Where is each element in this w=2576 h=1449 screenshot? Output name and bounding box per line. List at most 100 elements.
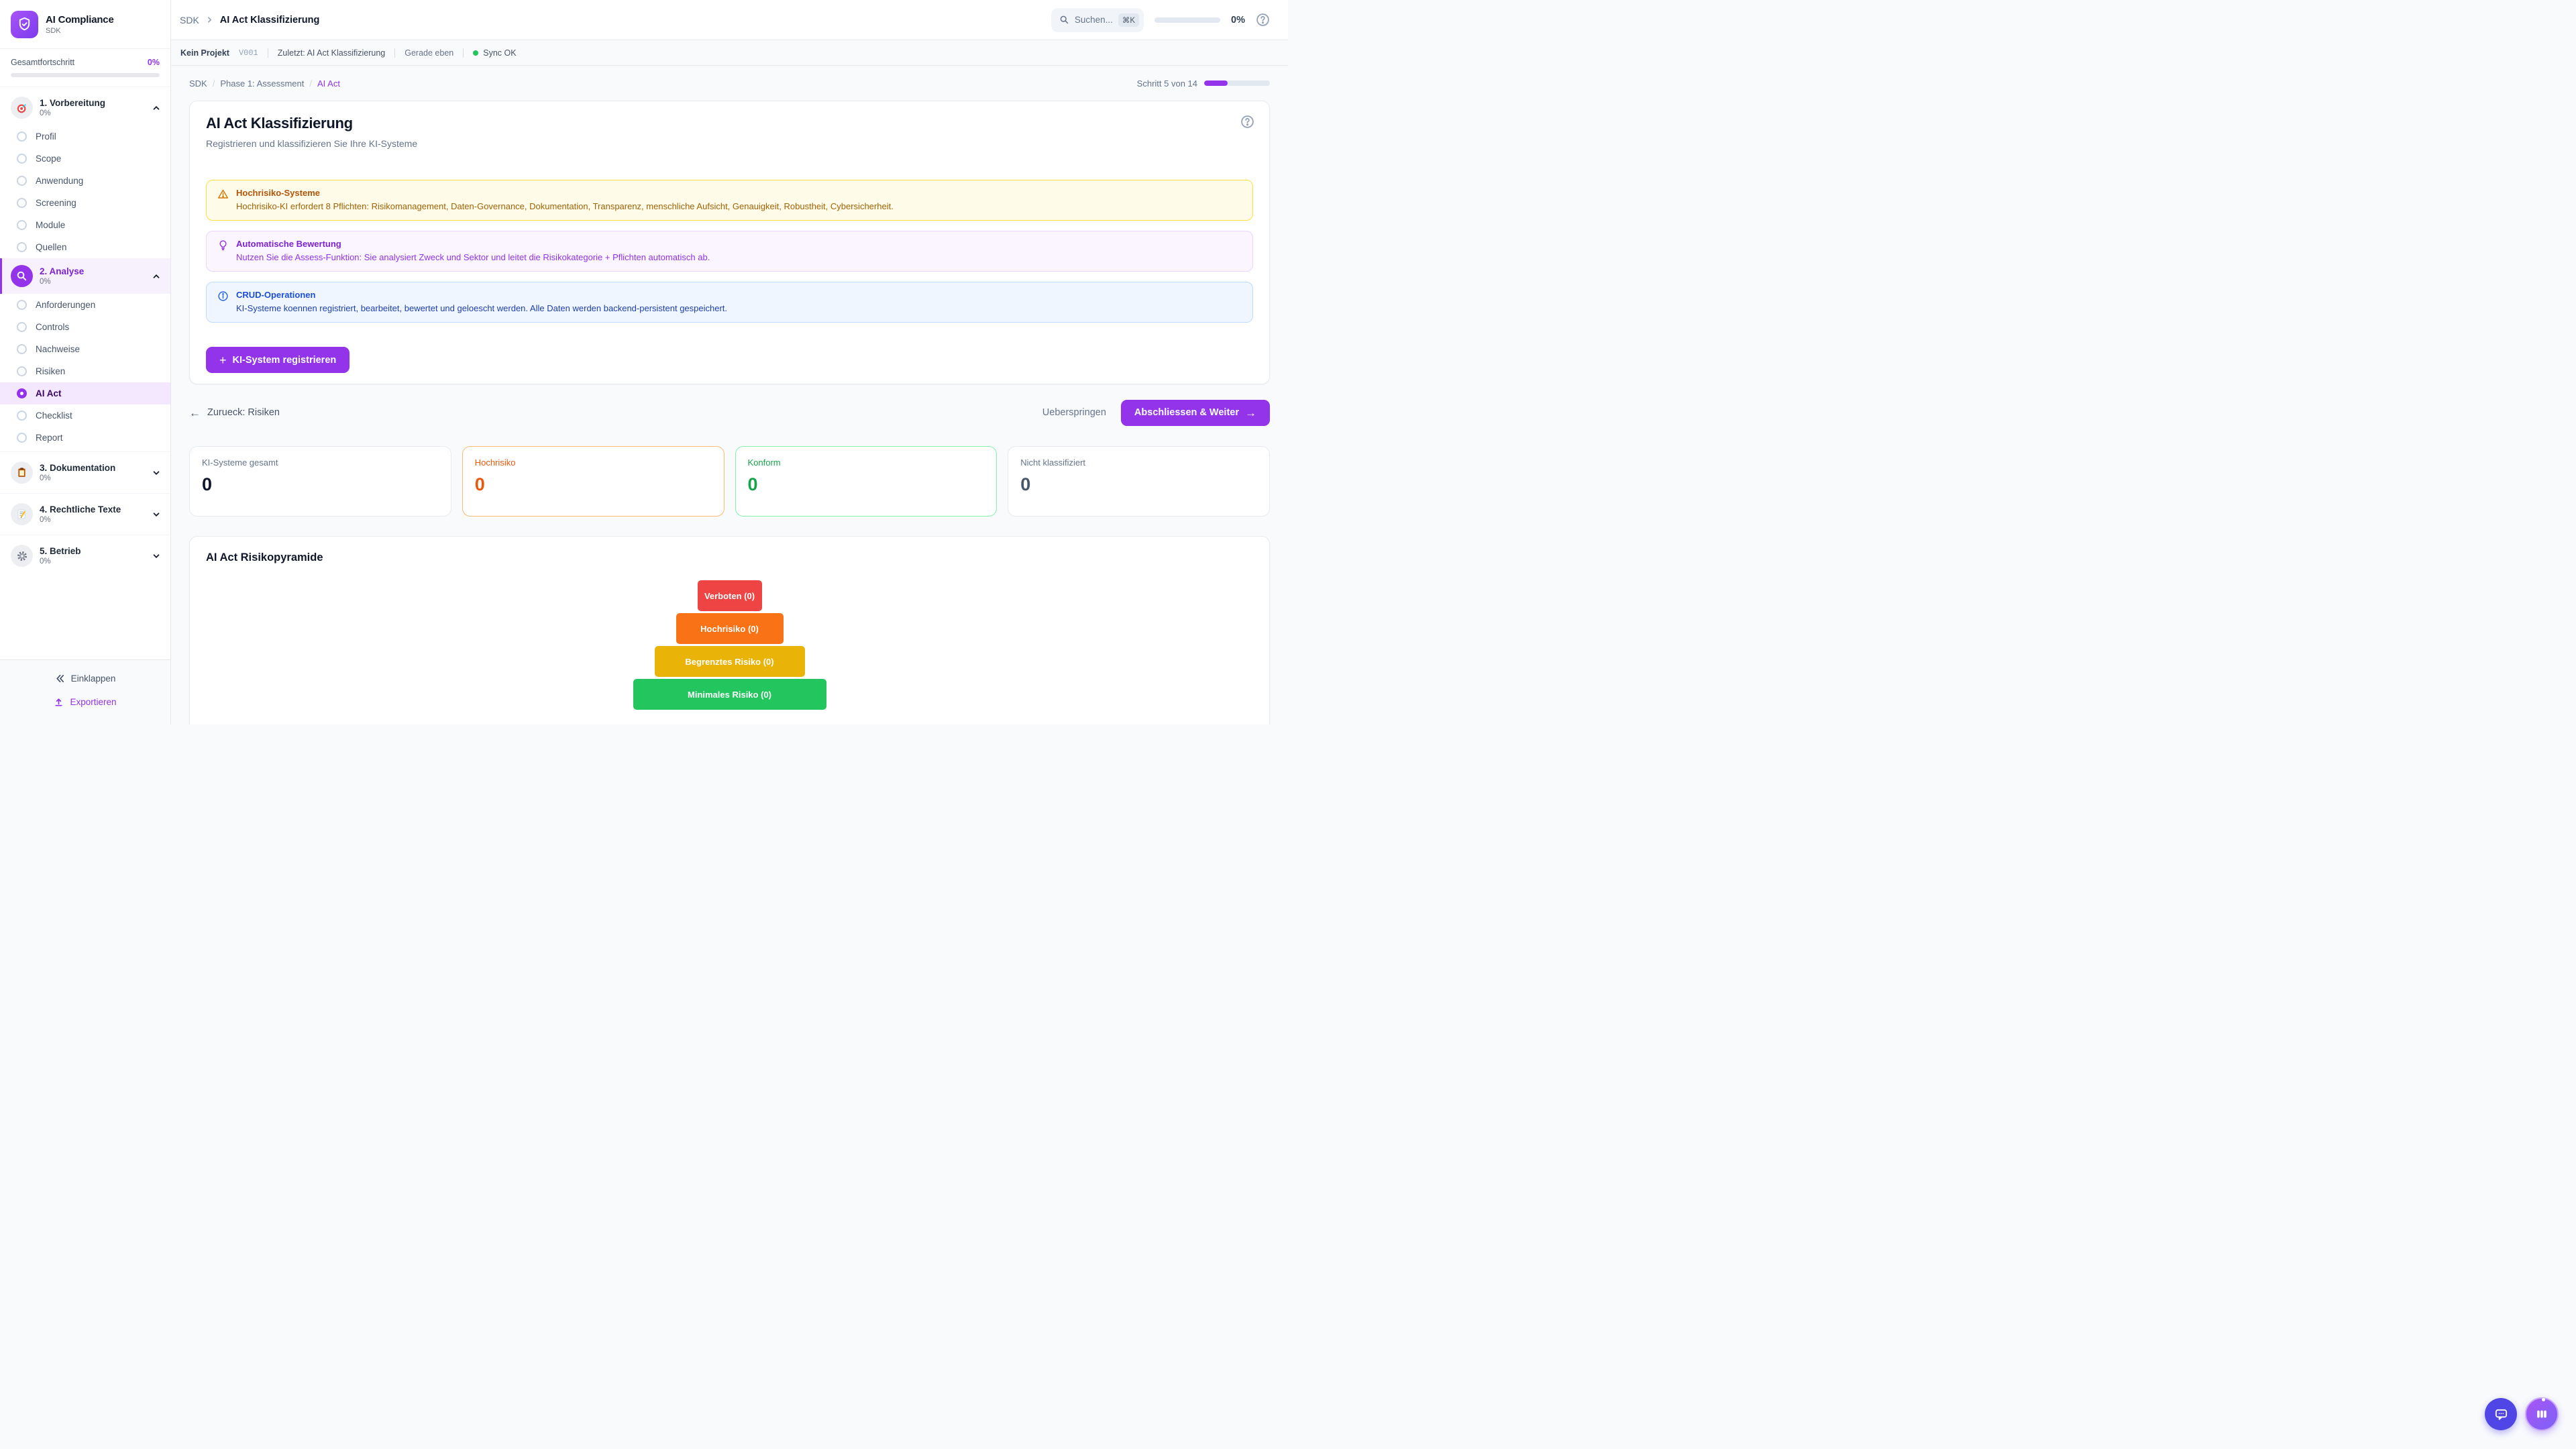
divider [0,493,170,494]
register-ki-system-button[interactable]: + KI-System registrieren [206,347,350,373]
last-step-label: Zuletzt: AI Act Klassifizierung [278,48,386,58]
breadcrumb-phase[interactable]: Phase 1: Assessment [220,78,304,89]
header-breadcrumb: SDK AI Act Klassifizierung [180,15,1040,25]
memo-icon [16,508,28,520]
breadcrumb-root[interactable]: SDK [180,15,199,25]
arrow-right-icon: → [1245,407,1256,419]
radio-icon [17,176,27,186]
divider [463,48,464,58]
finish-next-button[interactable]: Abschliessen & Weiter → [1121,400,1270,426]
sidebar-item-risiken[interactable]: Risiken [0,360,170,382]
radio-icon [17,433,27,443]
radio-icon [17,300,27,310]
step-label: Schritt 5 von 14 [1137,78,1197,89]
wizard-nav: ← Zurueck: Risiken Ueberspringen Abschli… [189,396,1270,429]
overall-progress-value: 0% [148,58,160,67]
radio-icon [17,366,27,376]
section-percent: 0% [40,109,145,117]
section-label: 4. Rechtliche Texte [40,504,145,515]
lightbulb-icon [217,239,229,251]
app-title: AI Compliance [46,14,114,25]
radio-icon [17,198,27,208]
sidebar-item-module[interactable]: Module [0,214,170,236]
sync-status: Sync OK [473,48,516,58]
plus-icon: + [219,354,227,366]
help-icon[interactable] [1240,115,1254,129]
double-chevron-left-icon [55,674,65,684]
sidebar-item-anforderungen[interactable]: Anforderungen [0,294,170,316]
skip-button[interactable]: Ueberspringen [1042,407,1106,418]
back-button[interactable]: ← Zurueck: Risiken [189,407,280,419]
sidebar-footer: Einklappen Exportieren [0,659,170,724]
chat-button[interactable] [2485,1398,2517,1430]
section-percent: 0% [40,278,145,286]
section-dokumentation[interactable]: 3. Dokumentation 0% [0,455,170,490]
step-progress-track [1204,80,1270,86]
clipboard-icon [16,467,28,478]
chat-bubble-icon [2493,1407,2509,1422]
widgets-button[interactable] [2525,1397,2559,1431]
sidebar-item-ai-act[interactable]: AI Act [0,382,170,405]
sidebar-item-screening[interactable]: Screening [0,192,170,214]
ai-act-card: AI Act Klassifizierung Registrieren und … [189,101,1270,384]
sidebar-item-report[interactable]: Report [0,427,170,449]
overall-progress-track [11,73,160,77]
overall-progress: Gesamtfortschritt 0% [0,49,170,87]
section-label: 3. Dokumentation [40,463,145,473]
section-analyse[interactable]: 2. Analyse 0% [0,258,170,294]
alert-hochrisiko: Hochrisiko-Systeme Hochrisiko-KI erforde… [206,180,1253,221]
page-subtitle: Registrieren und klassifizieren Sie Ihre… [206,138,1253,149]
radio-icon [17,242,27,252]
sidebar-item-quellen[interactable]: Quellen [0,236,170,258]
collapse-sidebar-button[interactable]: Einklappen [0,667,170,690]
stat-konform: Konform 0 [735,446,998,517]
radio-selected-icon [17,388,27,398]
section-percent: 0% [40,557,145,566]
section-rechtliche-texte[interactable]: 4. Rechtliche Texte 0% [0,496,170,532]
pyramid-level-hochrisiko: Hochrisiko (0) [676,613,784,644]
divider [394,48,395,58]
section-percent: 0% [40,516,145,524]
app-subtitle: SDK [46,27,114,35]
pyramid-title: AI Act Risikopyramide [206,551,1253,564]
shortcut-badge: ⌘K [1118,13,1139,27]
pyramid-level-minimales-risiko: Minimales Risiko (0) [633,679,826,710]
search-input[interactable]: Suchen... ⌘K [1051,8,1144,32]
stat-ki-systeme-gesamt: KI-Systeme gesamt 0 [189,446,451,517]
stat-cards: KI-Systeme gesamt 0 Hochrisiko 0 Konform… [189,446,1270,517]
step-progress-fill [1204,80,1228,86]
upload-icon [54,697,64,707]
sidebar-item-controls[interactable]: Controls [0,316,170,338]
sidebar-item-scope[interactable]: Scope [0,148,170,170]
section-label: 2. Analyse [40,266,145,276]
sync-ok-dot [473,50,478,56]
radio-icon [17,344,27,354]
last-saved-time: Gerade eben [405,48,453,58]
target-icon [16,102,28,114]
status-bar: Kein Projekt V001 Zuletzt: AI Act Klassi… [171,40,1288,66]
main-column: SDK AI Act Klassifizierung Suchen... ⌘K … [171,0,1288,724]
section-betrieb[interactable]: 5. Betrieb 0% [0,538,170,574]
section-vorbereitung[interactable]: 1. Vorbereitung 0% [0,90,170,125]
chevron-down-icon [152,468,161,478]
pyramid-level-begrenztes-risiko: Begrenztes Risiko (0) [655,646,805,677]
chevron-down-icon [152,510,161,519]
version-badge: V001 [239,48,258,58]
chevron-right-icon [205,15,214,24]
project-label: Kein Projekt [180,48,229,58]
section-percent: 0% [40,474,145,482]
sidebar-item-anwendung[interactable]: Anwendung [0,170,170,192]
radio-icon [17,322,27,332]
alert-automatische-bewertung: Automatische Bewertung Nutzen Sie die As… [206,231,1253,272]
top-header: SDK AI Act Klassifizierung Suchen... ⌘K … [171,0,1288,40]
sidebar: AI Compliance SDK Gesamtfortschritt 0% [0,0,171,724]
sidebar-item-checklist[interactable]: Checklist [0,405,170,427]
radio-icon [17,220,27,230]
export-button[interactable]: Exportieren [0,690,170,714]
help-icon[interactable] [1256,13,1270,27]
sidebar-item-nachweise[interactable]: Nachweise [0,338,170,360]
sidebar-item-profil[interactable]: Profil [0,125,170,148]
pyramid-level-verboten: Verboten (0) [698,580,762,611]
breadcrumb-sdk[interactable]: SDK [189,78,207,89]
radio-icon [17,154,27,164]
